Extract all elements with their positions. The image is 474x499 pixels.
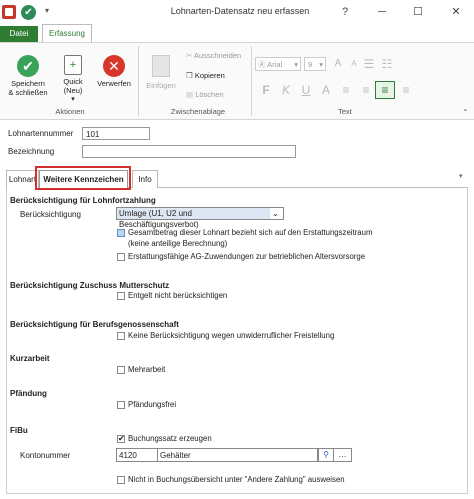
delete-label: Löschen xyxy=(195,90,224,99)
window-title: Lohnarten-Datensatz neu erfassen xyxy=(170,6,310,16)
group-label-aktionen: Aktionen xyxy=(55,107,85,116)
ribbon-separator xyxy=(138,46,139,116)
close-circle-icon: ✕ xyxy=(103,55,125,77)
section-title-berufsgenossenschaft: Berücksichtigung für Berufsgenossenschaf… xyxy=(10,320,179,329)
checkbox-erstattungsfaehige[interactable] xyxy=(117,253,125,261)
copy-label: Kopieren xyxy=(194,71,225,80)
cut-label: Ausschneiden xyxy=(193,51,242,60)
quick-label-2: (Neu) xyxy=(63,86,83,95)
check-circle-icon: ✔ xyxy=(17,55,39,77)
save-close-label-1: Speichern xyxy=(11,79,45,88)
checkbox-nicht-ausweisen[interactable] xyxy=(117,476,125,484)
app-icon[interactable] xyxy=(2,5,16,19)
beruecksichtigung-select[interactable]: Umlage (U1, U2 und Beschäftigungsverbot)… xyxy=(116,207,284,229)
font-size-value: 9 xyxy=(308,60,313,69)
checkbox-mehrarbeit[interactable] xyxy=(117,366,125,374)
freistellung-label: Keine Berücksichtigung wegen unwiderrufl… xyxy=(128,331,335,340)
maximize-button[interactable]: ☐ xyxy=(408,3,428,21)
clipboard-icon xyxy=(152,55,170,77)
entgelt-label: Entgelt nicht berücksichtigen xyxy=(128,291,228,300)
italic-icon[interactable]: K xyxy=(277,82,295,98)
gesamtbetrag-label-2: (keine anteilige Berechnung) xyxy=(128,239,228,248)
lohnartennummer-label: Lohnartennummer xyxy=(8,129,74,138)
align-left-icon[interactable]: ≡ xyxy=(337,82,355,98)
section-title-fibu: FiBu xyxy=(10,426,28,435)
align-center-icon[interactable]: ≡ xyxy=(357,82,375,98)
align-right-icon[interactable]: ≡ xyxy=(397,82,415,98)
tab-dropdown-icon[interactable]: ▾ xyxy=(459,172,463,180)
group-label-zwischenablage: Zwischenablage xyxy=(170,107,226,116)
mehrarbeit-label: Mehrarbeit xyxy=(128,365,166,374)
highlight-frame xyxy=(35,166,131,190)
erstattungsfaehige-label: Erstattungsfähige AG-Zuwendungen zur bet… xyxy=(128,252,366,261)
tab-datei[interactable]: Datei xyxy=(0,26,38,42)
quick-label-1: Quick xyxy=(63,77,83,86)
chevron-down-icon: ▾ xyxy=(294,60,298,69)
font-family-select[interactable]: Ⓐ Arial ▾ xyxy=(255,57,301,71)
align-justify-icon[interactable]: ≡ xyxy=(375,81,395,99)
save-close-button[interactable]: ✔ Speichern & schließen xyxy=(6,55,50,97)
bezeichnung-label: Bezeichnung xyxy=(8,147,55,156)
select-value: Umlage (U1, U2 und Beschäftigungsverbot) xyxy=(117,208,270,229)
bold-icon[interactable]: F xyxy=(257,82,275,98)
buchungssatz-label: Buchungssatz erzeugen xyxy=(128,434,212,443)
help-button[interactable]: ? xyxy=(335,3,355,21)
bezeichnung-input[interactable] xyxy=(82,145,296,158)
section-title-mutterschutz: Berücksichtigung Zuschuss Mutterschutz xyxy=(10,281,170,290)
search-icon[interactable]: ⚲ xyxy=(318,448,334,462)
bullet-list-icon[interactable]: ☰ xyxy=(360,56,378,72)
paste-button[interactable]: Einfügen xyxy=(142,55,180,90)
ribbon-separator xyxy=(251,46,252,116)
checkbox-buchungssatz[interactable]: ✔ xyxy=(117,435,125,443)
kontonummer-label: Kontonummer xyxy=(20,451,71,460)
section-title-kurzarbeit: Kurzarbeit xyxy=(10,354,50,363)
discard-label: Verwerfen xyxy=(97,79,131,88)
checkbox-freistellung[interactable] xyxy=(117,332,125,340)
chevron-down-icon: ▾ xyxy=(319,60,323,69)
close-button[interactable]: ✕ xyxy=(446,3,466,21)
more-options-button[interactable]: … xyxy=(334,448,352,462)
chevron-down-icon: ▾ xyxy=(71,96,75,103)
section-title-lohnfortzahlung: Berücksichtigung für Lohnfortzahlung xyxy=(10,196,156,205)
delete-button[interactable]: ▤ Löschen xyxy=(186,90,224,99)
section-title-pfaendung: Pfändung xyxy=(10,389,47,398)
kontonummer-input[interactable]: 4120 xyxy=(116,448,158,462)
tab-erfassung[interactable]: Erfassung xyxy=(42,24,92,43)
new-document-icon: + xyxy=(64,55,82,75)
discard-button[interactable]: ✕ Verwerfen xyxy=(94,55,134,88)
group-label-text: Text xyxy=(338,107,352,116)
cut-button[interactable]: ✂ Ausschneiden xyxy=(186,51,241,60)
beruecksichtigung-label: Berücksichtigung xyxy=(20,210,81,219)
underline-icon[interactable]: U xyxy=(297,82,315,98)
checkbox-entgelt[interactable] xyxy=(117,292,125,300)
collapse-ribbon-icon[interactable]: ⌃ xyxy=(462,108,469,117)
font-size-select[interactable]: 9 ▾ xyxy=(304,57,326,71)
nicht-ausweisen-label: Nicht in Buchungsübersicht unter "Andere… xyxy=(128,475,345,484)
font-color-icon[interactable]: A xyxy=(317,82,335,98)
delete-icon: ▤ xyxy=(186,90,194,99)
scissors-icon: ✂ xyxy=(186,51,193,60)
quick-access-dropdown-icon[interactable]: ▾ xyxy=(45,6,49,15)
font-icon: Ⓐ xyxy=(258,60,268,69)
pfaendungsfrei-label: Pfändungsfrei xyxy=(128,400,177,409)
numbered-list-icon[interactable]: ☷ xyxy=(378,56,396,72)
minimize-button[interactable]: ─ xyxy=(372,3,392,21)
copy-button[interactable]: ❐ Kopieren xyxy=(186,71,225,80)
checkbox-gesamtbetrag[interactable] xyxy=(117,229,125,237)
konto-name-field: Gehälter xyxy=(158,448,318,462)
quick-new-button[interactable]: + Quick (Neu) ▾ xyxy=(54,55,92,104)
copy-icon: ❐ xyxy=(186,71,193,80)
save-close-label-2: & schließen xyxy=(8,88,48,97)
paste-label: Einfügen xyxy=(146,81,176,90)
font-value: Arial xyxy=(267,60,283,69)
chevron-down-icon: ⌄ xyxy=(272,209,279,218)
checkbox-pfaendungsfrei[interactable] xyxy=(117,401,125,409)
tab-info[interactable]: Info xyxy=(132,170,158,188)
quick-access-save-icon[interactable]: ✔ xyxy=(21,5,36,20)
gesamtbetrag-label-1: Gesamtbetrag dieser Lohnart bezieht sich… xyxy=(128,228,373,237)
lohnartennummer-input[interactable]: 101 xyxy=(82,127,150,140)
